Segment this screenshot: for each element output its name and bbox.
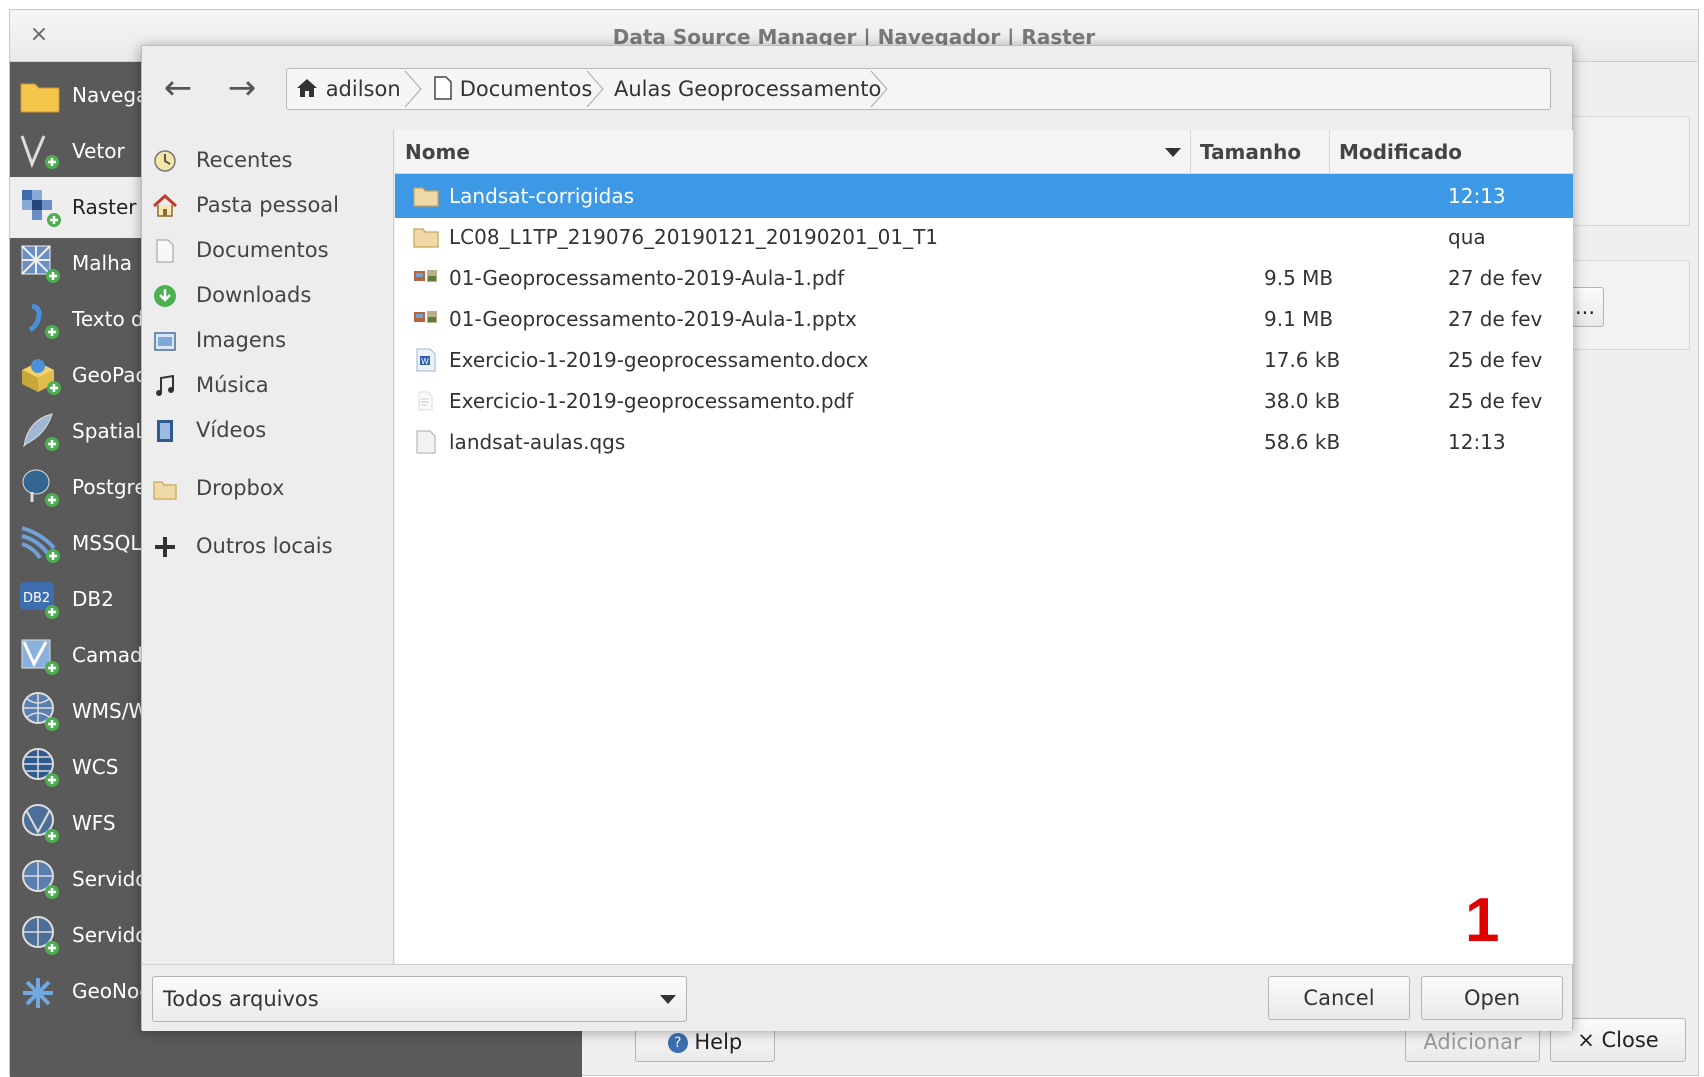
file-size: 9.1 MB [1264,307,1334,331]
file-list: Nome Tamanho Modificado Landsat-corrigid… [395,130,1573,964]
open-file-dialog: ← → adilson Documentos Aulas Geoprocessa… [141,45,1573,1031]
breadcrumb-separator-icon [870,70,888,108]
mesh-icon [21,245,60,283]
file-size: 58.6 kB [1264,430,1341,454]
place-imagens[interactable]: Imagens [142,318,394,362]
plus-icon [155,537,175,557]
folder-icon [20,83,60,113]
dialog-toolbar: ← → adilson Documentos Aulas Geoprocessa… [142,46,1572,130]
cancel-button[interactable]: Cancel [1268,976,1410,1020]
mssql-icon [21,526,60,563]
file-size: 17.6 kB [1264,348,1341,372]
file-modified: qua [1448,225,1486,249]
globe-icon [22,692,59,731]
file-icon [416,430,436,454]
chevron-down-icon [660,995,676,1004]
image-file-icon [414,270,437,282]
globe-icon [22,748,59,787]
home-icon [152,193,178,217]
breadcrumb: adilson Documentos Aulas Geoprocessament… [286,68,1551,110]
table-row[interactable]: 01-Geoprocessamento-2019-Aula-1.pdf 9.5 M… [395,256,1573,300]
feather-icon [23,413,59,451]
globe-icon [22,804,59,843]
annotation-number: 1 [1465,886,1500,955]
file-name: Landsat-corrigidas [449,184,635,208]
open-button[interactable]: Open [1421,976,1563,1020]
recent-icon [154,150,176,172]
table-row[interactable]: Landsat-corrigidas 12:13 [395,174,1573,218]
home-icon [297,79,317,97]
column-header-name[interactable]: Nome [405,130,470,174]
place-videos[interactable]: Vídeos [142,408,394,452]
file-list-header: Nome Tamanho Modificado [395,130,1573,174]
globe-icon [22,916,59,955]
place-downloads[interactable]: Downloads [142,273,394,317]
document-icon [156,239,174,263]
table-row[interactable]: Exercicio-1-2019-geoprocessamento.pdf 38.… [395,379,1573,423]
place-recentes[interactable]: Recentes [142,138,394,182]
file-name: Exercicio-1-2019-geoprocessamento.pdf [449,389,854,413]
image-file-icon [414,311,437,323]
place-musica[interactable]: Música [142,363,394,407]
column-separator [1329,130,1330,174]
places-sidebar: Recentes Pasta pessoal Documentos Downlo… [142,130,394,964]
file-name: 01-Geoprocessamento-2019-Aula-1.pptx [449,307,857,331]
document-icon [434,76,452,100]
column-header-size[interactable]: Tamanho [1200,130,1301,174]
forward-icon[interactable]: → [222,70,262,110]
image-icon [154,332,176,351]
file-name: LC08_L1TP_219076_20190121_20190201_01_T1 [449,225,939,249]
file-name: 01-Geoprocessamento-2019-Aula-1.pdf [449,266,845,290]
virtual-layer-icon [21,639,59,675]
table-row[interactable]: landsat-aulas.qgs 58.6 kB 12:13 [395,420,1573,464]
file-modified: 12:13 [1448,184,1506,208]
breadcrumb-aulas-geoprocessamento[interactable]: Aulas Geoprocessamento [614,69,881,109]
file-modified: 25 de fev [1448,348,1543,372]
file-name: landsat-aulas.qgs [449,430,626,454]
music-icon [156,374,174,396]
vector-icon [20,135,59,169]
file-type-filter[interactable]: Todos arquivos [152,976,687,1022]
column-separator [1190,130,1191,174]
folder-icon [413,187,439,207]
breadcrumb-home[interactable]: adilson [295,69,401,109]
download-icon [154,285,176,307]
breadcrumb-documentos[interactable]: Documentos [433,69,592,109]
geonode-icon [23,978,53,1008]
raster-icon [22,190,61,227]
folder-icon [413,228,439,248]
word-file-icon: W [416,348,436,372]
file-modified: 27 de fev [1448,307,1543,331]
breadcrumb-separator-icon [586,70,604,108]
file-modified: 12:13 [1448,430,1506,454]
place-dropbox[interactable]: Dropbox [142,466,394,510]
table-row[interactable]: LC08_L1TP_219076_20190121_20190201_01_T1… [395,215,1573,259]
geopackage-icon [22,359,61,395]
column-header-modified[interactable]: Modificado [1339,130,1462,174]
file-size: 38.0 kB [1264,389,1341,413]
breadcrumb-separator-icon [404,70,422,108]
file-size: 9.5 MB [1264,266,1334,290]
file-icon [418,391,433,411]
table-row[interactable]: W Exercicio-1-2019-geoprocessamento.docx 1… [395,338,1573,382]
back-icon[interactable]: ← [158,70,198,110]
comma-icon [28,303,59,339]
sort-arrow-icon [1165,148,1181,157]
file-modified: 25 de fev [1448,389,1543,413]
help-icon: ? [667,1033,688,1053]
place-pasta-pessoal[interactable]: Pasta pessoal [142,183,394,227]
dialog-footer: Todos arquivos Cancel Open [142,964,1572,1031]
video-icon [157,420,173,442]
place-documentos[interactable]: Documentos [142,228,394,272]
globe-icon [22,860,59,899]
file-modified: 27 de fev [1448,266,1543,290]
db2-icon: DB2 [20,582,59,619]
file-name: Exercicio-1-2019-geoprocessamento.docx [449,348,869,372]
elephant-icon [22,469,59,507]
svg-text:DB2: DB2 [23,591,50,606]
svg-text:W: W [421,357,429,366]
place-outros-locais[interactable]: Outros locais [142,524,394,568]
folder-icon [153,481,177,500]
table-row[interactable]: 01-Geoprocessamento-2019-Aula-1.pptx 9.1 … [395,297,1573,341]
